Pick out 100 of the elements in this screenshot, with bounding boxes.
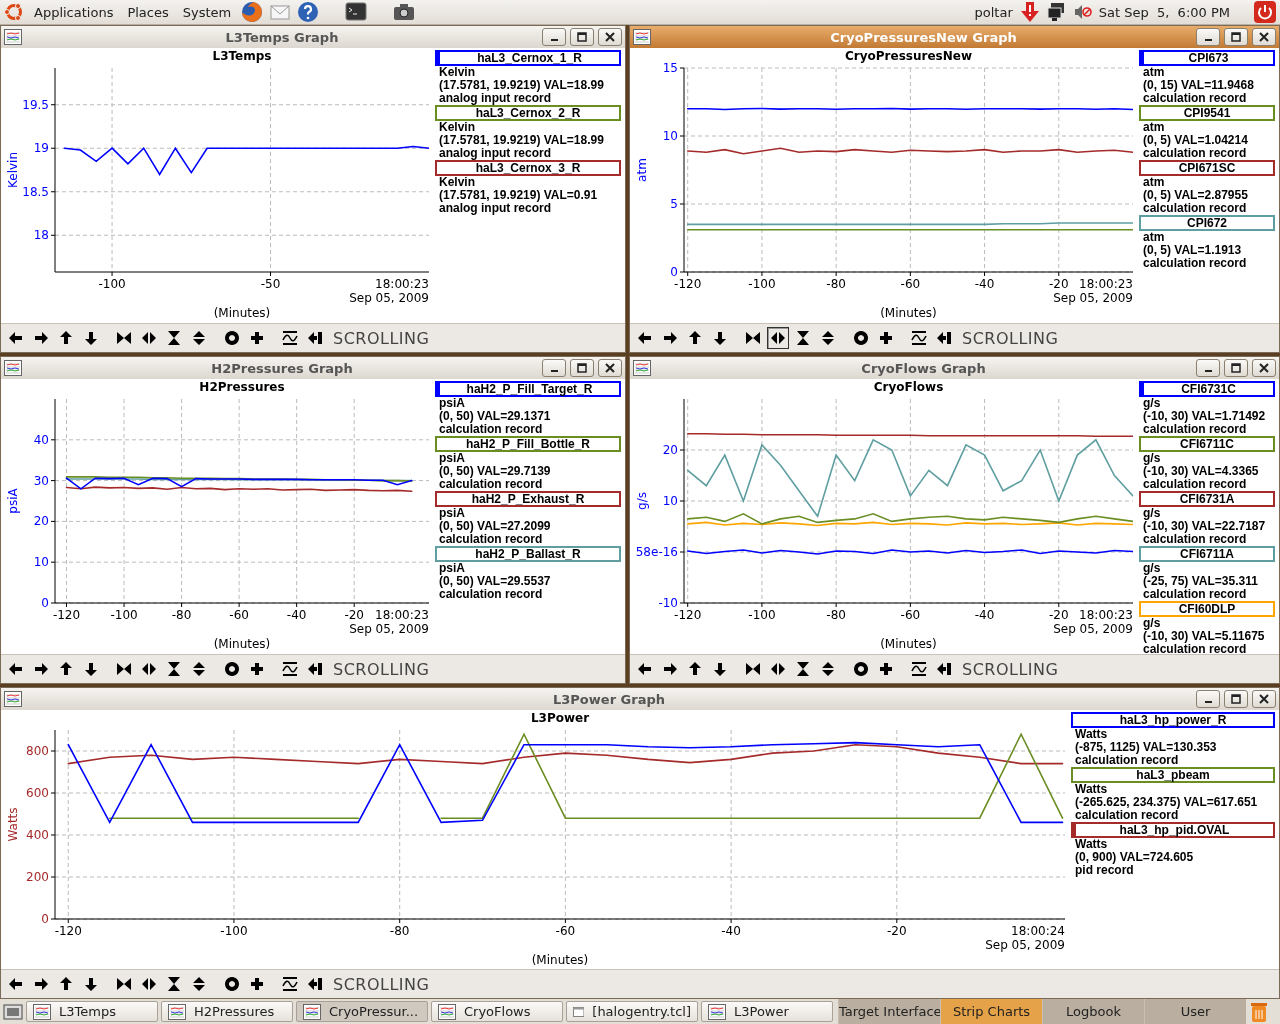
power-icon[interactable]	[1254, 1, 1276, 23]
legend-label[interactable]: haL3_pbeam	[1071, 767, 1275, 783]
legend-label[interactable]: CFI60DLP	[1139, 601, 1275, 617]
ring-icon	[853, 661, 869, 677]
show-desktop-icon[interactable]	[3, 1002, 23, 1021]
arrow-down-icon	[83, 330, 99, 346]
legend-label[interactable]: haH2_P_Fill_Bottle_R	[435, 436, 621, 452]
legend-unit: Watts	[1074, 838, 1109, 851]
legend-record: calculation record	[438, 533, 544, 546]
inward-arrows-icon	[745, 330, 761, 346]
close-button[interactable]	[1252, 690, 1276, 708]
window-title: L3Temps Graph	[224, 29, 340, 45]
panel-menu[interactable]: System	[178, 4, 236, 20]
legend-label[interactable]: haH2_P_Ballast_R	[435, 546, 621, 562]
hourglass-icon	[795, 661, 811, 677]
close-button[interactable]	[598, 359, 622, 377]
legend-value: (0, 5) VAL=2.87955	[1142, 189, 1249, 202]
legend-label[interactable]: haL3_Cernox_2_R	[435, 105, 621, 121]
legend-value: (0, 50) VAL=29.7139	[438, 465, 552, 478]
taskbar-button[interactable]: H2Pressures	[161, 1001, 293, 1022]
legend-unit: g/s	[1142, 452, 1162, 465]
minimize-button[interactable]	[1196, 690, 1220, 708]
panel-menu[interactable]: Places	[123, 4, 173, 20]
chart-window-icon	[4, 29, 22, 45]
legend-label[interactable]: haL3_hp_power_R	[1071, 712, 1275, 728]
trash-icon[interactable]	[1249, 1000, 1269, 1023]
taskbar-button[interactable]: L3Power	[701, 1001, 833, 1022]
x-tick-label: -60	[229, 608, 249, 622]
legend-label[interactable]: CFI6711C	[1139, 436, 1275, 452]
taskbar-button[interactable]: L3Temps	[26, 1001, 158, 1022]
ubuntu-logo-icon[interactable]	[4, 2, 24, 22]
workspace-tab[interactable]: Strip Charts	[940, 999, 1042, 1024]
terminal-icon[interactable]	[345, 2, 368, 22]
panel-menu[interactable]: Applications	[30, 4, 118, 20]
x-tick-label: -120	[674, 277, 702, 291]
maximize-button[interactable]	[1224, 359, 1248, 377]
network-icon[interactable]	[1046, 2, 1067, 22]
taskbar-button[interactable]: CryoFlows	[431, 1001, 563, 1022]
legend-label[interactable]: CPI9541	[1139, 105, 1275, 121]
maximize-button[interactable]	[1224, 690, 1248, 708]
legend-value: (0, 5) VAL=1.04214	[1142, 134, 1249, 147]
legend-unit: atm	[1142, 176, 1166, 189]
axis-title: (Minutes)	[880, 637, 937, 651]
panel-clock[interactable]: Sat Sep 5, 6:00 PM	[1098, 4, 1230, 20]
legend-unit: psiA	[438, 452, 466, 465]
toolbar-button[interactable]	[767, 327, 789, 349]
mode-status: SCROLLING	[962, 328, 1059, 348]
minimize-button[interactable]	[1196, 28, 1220, 46]
legend-label[interactable]: haL3_Cernox_1_R	[435, 50, 621, 66]
legend-value: (-25, 75) VAL=35.311	[1142, 575, 1259, 588]
window-title: CryoPressuresNew Graph	[829, 29, 1018, 45]
legend-label[interactable]: CPI671SC	[1139, 160, 1275, 176]
close-button[interactable]	[1252, 28, 1276, 46]
taskbar-button[interactable]: CryoPressur...	[296, 1001, 428, 1022]
x-tick-label: -20	[1049, 277, 1069, 291]
alert-arrow-icon[interactable]	[1018, 1, 1041, 23]
wave-icon	[282, 661, 298, 677]
legend-label[interactable]: haH2_P_Exhaust_R	[435, 491, 621, 507]
workspace-tab[interactable]: Logbook	[1042, 999, 1144, 1024]
outward-arrows-icon	[770, 661, 786, 677]
legend-label[interactable]: CFI6731A	[1139, 491, 1275, 507]
timestamp-time: 18:00:24	[1011, 924, 1065, 938]
legend-unit: Kelvin	[438, 176, 476, 189]
maximize-button[interactable]	[1224, 28, 1248, 46]
minimize-button[interactable]	[542, 359, 566, 377]
legend-label[interactable]: haL3_hp_pid.OVAL	[1071, 822, 1275, 838]
arrow-bar-icon	[307, 330, 323, 346]
legend-unit: atm	[1142, 231, 1166, 244]
legend-unit: psiA	[438, 397, 466, 410]
taskbar-button[interactable]: [halogentry.tcl]	[566, 1001, 698, 1022]
minimize-button[interactable]	[1196, 359, 1220, 377]
maximize-icon	[1231, 32, 1241, 42]
legend-value: (-10, 30) VAL=1.71492	[1142, 410, 1267, 423]
legend-label[interactable]: CPI673	[1139, 50, 1275, 66]
legend-label[interactable]: haL3_Cernox_3_R	[435, 160, 621, 176]
axis-title: (Minutes)	[880, 306, 937, 320]
legend-label[interactable]: CPI672	[1139, 215, 1275, 231]
y-tick-label: 10	[662, 494, 678, 508]
close-button[interactable]	[598, 28, 622, 46]
inward-arrows-icon	[116, 661, 132, 677]
help-icon[interactable]	[297, 1, 320, 23]
maximize-button[interactable]	[570, 28, 594, 46]
close-button[interactable]	[1252, 359, 1276, 377]
window-title: H2Pressures Graph	[210, 360, 354, 376]
x-tick-label: -60	[900, 608, 921, 622]
x-tick-label: -40	[974, 277, 995, 291]
up-down-arrows-icon	[191, 661, 207, 677]
legend-label[interactable]: haH2_P_Fill_Target_R	[435, 381, 621, 397]
maximize-button[interactable]	[570, 359, 594, 377]
camera-icon[interactable]	[393, 2, 416, 22]
minimize-button[interactable]	[542, 28, 566, 46]
globe-icon[interactable]	[241, 1, 264, 23]
workspace-tab[interactable]: Target Interface	[838, 999, 940, 1024]
plus-icon	[878, 661, 894, 677]
arrow-down-icon	[712, 330, 728, 346]
legend-label[interactable]: CFI6711A	[1139, 546, 1275, 562]
legend-label[interactable]: CFI6731C	[1139, 381, 1275, 397]
arrow-left-icon	[8, 330, 24, 346]
legend-unit: g/s	[1142, 617, 1162, 630]
workspace-tab[interactable]: User	[1144, 999, 1246, 1024]
